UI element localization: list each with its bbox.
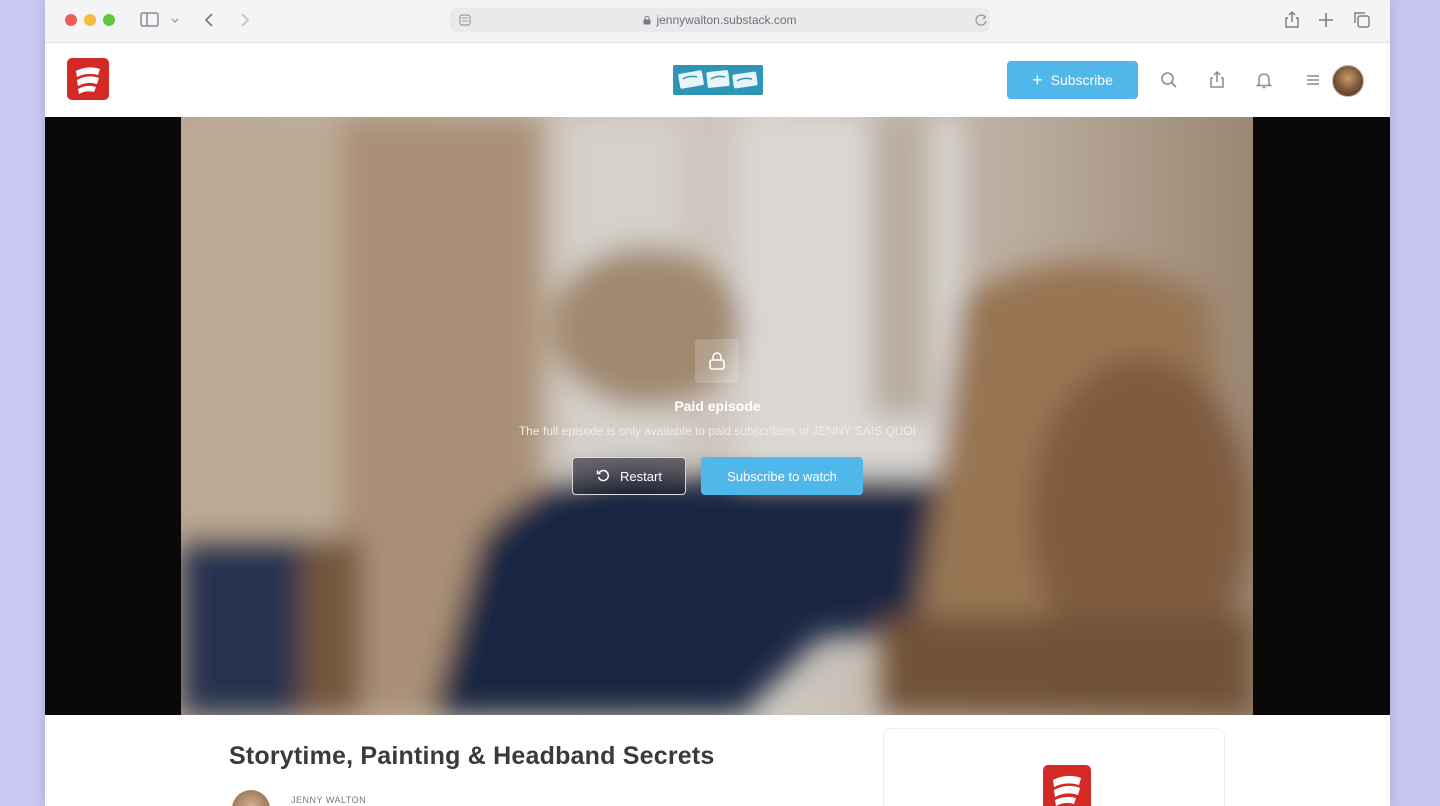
new-tab-icon[interactable] (1315, 9, 1337, 31)
tab-overview-icon[interactable] (1351, 9, 1373, 31)
back-arrow-icon[interactable] (199, 9, 221, 31)
sidebar-toggle-icon[interactable] (139, 9, 161, 31)
browser-toolbar: jennywalton.substack.com (45, 0, 1390, 43)
publication-card-logo[interactable] (1043, 765, 1091, 806)
paywall-message: The full episode is only available to pa… (518, 424, 917, 438)
search-icon[interactable] (1159, 70, 1179, 90)
header-subscribe-label: Subscribe (1050, 72, 1113, 88)
restart-button[interactable]: Restart (572, 457, 686, 495)
post-title: Storytime, Painting & Headband Secrets (229, 742, 715, 770)
lock-icon (643, 16, 651, 25)
close-window-button[interactable] (65, 14, 77, 26)
address-bar[interactable]: jennywalton.substack.com (450, 8, 990, 32)
video-player[interactable]: Paid episode The full episode is only av… (45, 117, 1390, 715)
restart-label: Restart (620, 468, 662, 484)
author-name[interactable]: JENNY WALTON (291, 795, 366, 805)
site-header: + Subscribe (45, 43, 1390, 117)
restart-icon (596, 469, 610, 482)
maximize-window-button[interactable] (103, 14, 115, 26)
author-avatar[interactable] (232, 790, 270, 806)
publication-wordmark[interactable] (673, 65, 763, 95)
header-subscribe-button[interactable]: + Subscribe (1007, 61, 1138, 99)
subscribe-to-watch-button[interactable]: Subscribe to watch (701, 457, 863, 495)
bell-icon[interactable] (1254, 70, 1274, 90)
menu-icon[interactable] (1303, 70, 1323, 90)
url-text: jennywalton.substack.com (656, 13, 797, 27)
minimize-window-button[interactable] (84, 14, 96, 26)
reload-icon[interactable] (970, 9, 992, 31)
user-avatar[interactable] (1332, 65, 1364, 97)
publication-logo[interactable] (67, 58, 109, 100)
paywall-lock-icon (695, 339, 739, 383)
share-post-icon[interactable] (1207, 70, 1227, 90)
plus-icon: + (1032, 70, 1043, 90)
browser-window: jennywalton.substack.com + Subscribe Pai… (45, 0, 1390, 806)
paywall-title: Paid episode (674, 398, 761, 414)
forward-arrow-icon[interactable] (233, 9, 255, 31)
share-icon[interactable] (1281, 9, 1303, 31)
paywall-overlay: Paid episode The full episode is only av… (45, 117, 1390, 715)
chevron-down-icon[interactable] (169, 9, 191, 31)
